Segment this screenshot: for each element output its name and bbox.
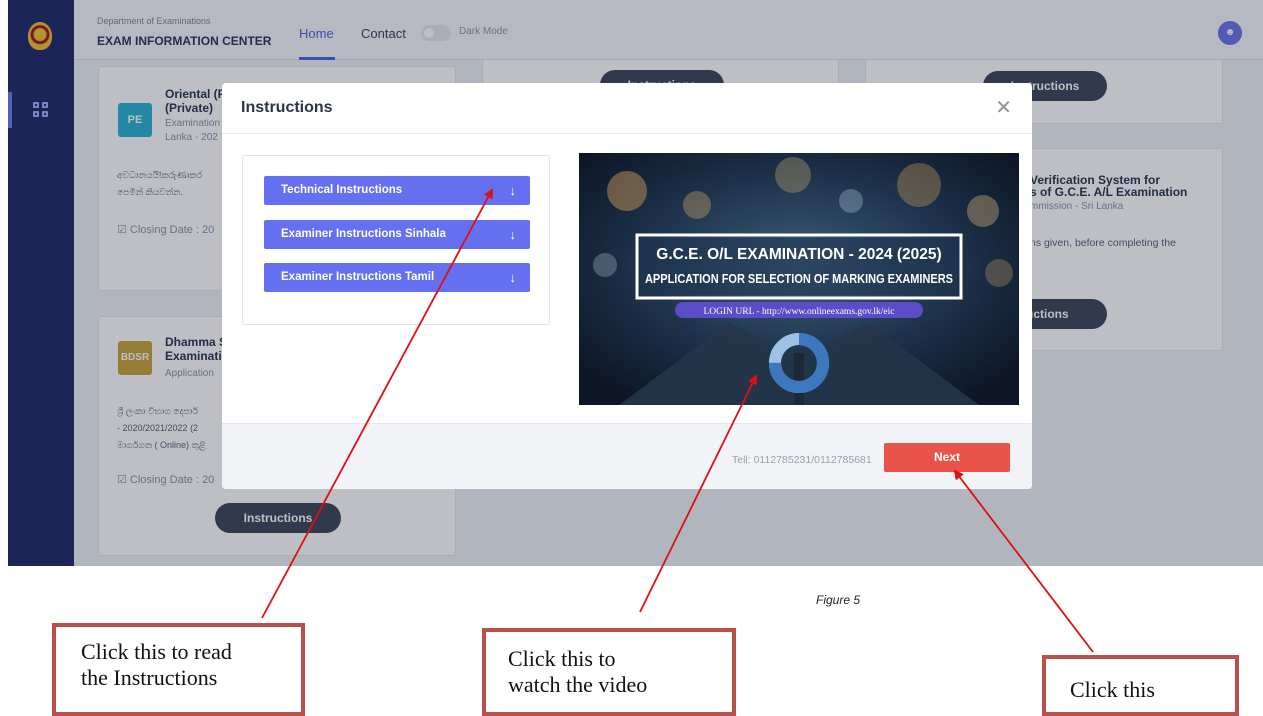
- instruction-video[interactable]: G.C.E. O/L EXAMINATION - 2024 (2025) APP…: [579, 153, 1019, 405]
- accordion-examiner-instructions-sinhala[interactable]: Examiner Instructions Sinhala ↓: [264, 220, 530, 249]
- accordion-label: Technical Instructions: [281, 184, 403, 196]
- modal-header: Instructions ✕: [222, 83, 1032, 134]
- instructions-modal: Instructions ✕ Technical Instructions ↓ …: [222, 83, 1032, 489]
- accordion-label: Examiner Instructions Tamil: [281, 271, 435, 283]
- arrow-down-icon: ↓: [509, 183, 517, 198]
- callout-line: watch the video: [508, 672, 648, 697]
- svg-text:LOGIN URL - http://www.onlinee: LOGIN URL - http://www.onlineexams.gov.l…: [703, 307, 894, 317]
- modal-title: Instructions: [241, 99, 333, 116]
- callout-line: Click this: [1070, 677, 1155, 702]
- arrow-down-icon: ↓: [509, 270, 517, 285]
- modal-footer: Tell: 0112785231/0112785681 Next: [222, 423, 1032, 489]
- callout-watch-video: Click this to watch the video: [482, 628, 736, 716]
- arrow-down-icon: ↓: [509, 227, 517, 242]
- screenshot: Department of Examinations EXAM INFORMAT…: [8, 0, 1263, 566]
- close-icon[interactable]: ✕: [995, 95, 1012, 120]
- figure-caption: Figure 5: [816, 593, 861, 607]
- callout-line: Click this to: [508, 646, 616, 671]
- next-button[interactable]: Next: [884, 443, 1010, 472]
- svg-text:G.C.E. O/L EXAMINATION - 2024: G.C.E. O/L EXAMINATION - 2024 (2025): [656, 246, 941, 263]
- video-frame: G.C.E. O/L EXAMINATION - 2024 (2025) APP…: [579, 153, 1019, 405]
- accordion-technical-instructions[interactable]: Technical Instructions ↓: [264, 176, 530, 205]
- callout-click-next: Click this: [1042, 655, 1239, 716]
- callout-line: the Instructions: [81, 665, 218, 690]
- svg-text:APPLICATION FOR SELECTION OF M: APPLICATION FOR SELECTION OF MARKING EXA…: [645, 271, 953, 286]
- callout-line: Click this to read: [81, 639, 232, 664]
- telephone-info: Tell: 0112785231/0112785681: [732, 454, 872, 466]
- accordion-examiner-instructions-tamil[interactable]: Examiner Instructions Tamil ↓: [264, 263, 530, 292]
- accordion-label: Examiner Instructions Sinhala: [281, 228, 446, 240]
- callout-read-instructions: Click this to read the Instructions: [52, 623, 305, 716]
- instructions-accordion: Technical Instructions ↓ Examiner Instru…: [242, 155, 550, 325]
